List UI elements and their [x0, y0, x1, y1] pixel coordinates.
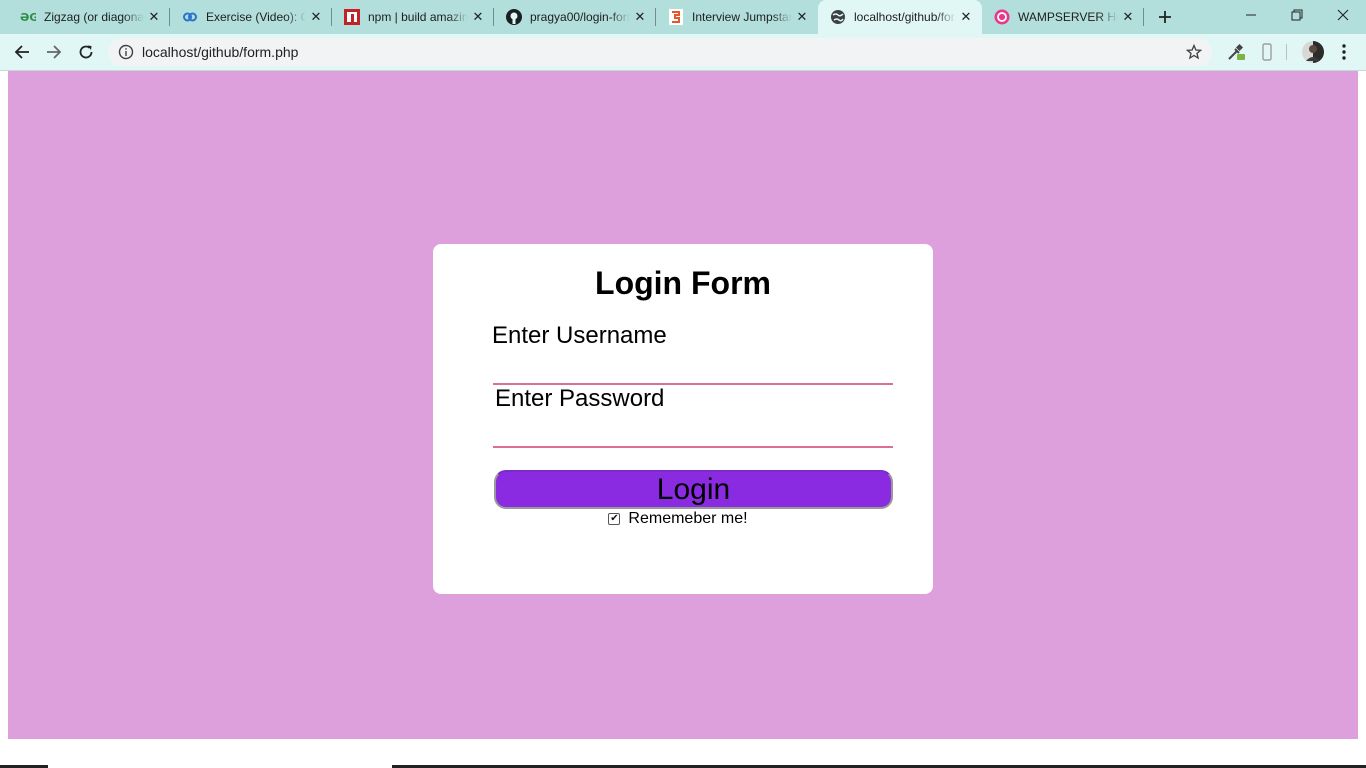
close-icon[interactable]: ✕	[792, 7, 812, 27]
arrow-right-icon	[47, 45, 62, 59]
tab-2[interactable]: npm | build amazing things ✕	[332, 0, 494, 34]
reload-icon	[79, 45, 93, 59]
tab-title: Zigzag (or diagonal) traversal	[44, 10, 144, 24]
username-label: Enter Username	[492, 322, 667, 349]
geeksforgeeks-icon: ƏG	[20, 9, 36, 25]
username-input[interactable]	[493, 355, 893, 385]
password-input[interactable]	[493, 418, 893, 448]
password-label: Enter Password	[495, 385, 665, 412]
tab-5-active[interactable]: localhost/github/form.php ✕	[818, 0, 982, 34]
remember-me-label[interactable]: Rememeber me!	[628, 510, 747, 528]
tab-4[interactable]: Interview Jumpstart ✕	[656, 0, 818, 34]
url-text[interactable]: localhost/github/form.php	[142, 44, 298, 60]
new-tab-button[interactable]	[1152, 4, 1178, 30]
form-title: Login Form	[595, 265, 771, 301]
tab-3[interactable]: pragya00/login-form ✕	[494, 0, 656, 34]
coursera-icon	[182, 9, 198, 25]
npm-icon	[344, 9, 360, 25]
minimize-button[interactable]	[1228, 0, 1274, 30]
login-button[interactable]: Login	[494, 470, 893, 509]
page-viewport: Login Form Enter Username Enter Password…	[0, 71, 1366, 768]
info-icon[interactable]	[118, 44, 134, 60]
extension-device-icon[interactable]	[1257, 42, 1277, 62]
forward-button[interactable]	[40, 38, 68, 66]
extension-eyedropper-icon[interactable]	[1226, 42, 1246, 62]
tab-separator	[1143, 8, 1144, 26]
arrow-left-icon	[14, 45, 29, 59]
close-icon	[1337, 9, 1349, 21]
bookmark-star-icon[interactable]	[1185, 43, 1203, 60]
tab-strip: ƏG Zigzag (or diagonal) traversal ✕ Exer…	[0, 0, 1366, 34]
restore-button[interactable]	[1274, 0, 1320, 30]
tab-1[interactable]: Exercise (Video): Getting Started ✕	[170, 0, 332, 34]
tab-title: Exercise (Video): Getting Started	[206, 10, 306, 24]
reload-button[interactable]	[72, 38, 100, 66]
close-window-button[interactable]	[1320, 0, 1366, 30]
tab-title: pragya00/login-form	[530, 10, 630, 24]
tab-title: npm | build amazing things	[368, 10, 468, 24]
tab-6[interactable]: WAMPSERVER Homepage ✕	[982, 0, 1144, 34]
close-icon[interactable]: ✕	[468, 7, 488, 27]
remember-me-row: ✔ Rememeber me!	[433, 510, 933, 528]
tab-0[interactable]: ƏG Zigzag (or diagonal) traversal ✕	[8, 0, 170, 34]
svg-text:ƏG: ƏG	[20, 11, 36, 24]
close-icon[interactable]: ✕	[956, 7, 976, 27]
tab-title: Interview Jumpstart	[692, 10, 792, 24]
tab-title: localhost/github/form.php	[854, 10, 956, 24]
remember-me-checkbox[interactable]: ✔	[608, 513, 621, 525]
address-bar[interactable]: localhost/github/form.php	[108, 38, 1212, 66]
back-button[interactable]	[8, 38, 36, 66]
interview-jumpstart-icon	[668, 9, 684, 25]
github-icon	[506, 9, 522, 25]
menu-kebab-icon[interactable]	[1334, 42, 1354, 62]
close-icon[interactable]: ✕	[630, 7, 650, 27]
toolbar-separator	[1286, 44, 1287, 60]
wampserver-icon	[994, 9, 1010, 25]
close-icon[interactable]: ✕	[144, 7, 164, 27]
close-icon[interactable]: ✕	[306, 7, 326, 27]
plus-icon	[1159, 11, 1171, 23]
login-form-card: Login Form Enter Username Enter Password…	[433, 244, 933, 594]
globe-icon	[830, 9, 846, 25]
restore-icon	[1291, 9, 1303, 21]
minimize-icon	[1246, 14, 1256, 16]
tab-title: WAMPSERVER Homepage	[1018, 10, 1118, 24]
browser-toolbar: localhost/github/form.php	[0, 34, 1366, 71]
avatar[interactable]	[1301, 40, 1325, 64]
close-icon[interactable]: ✕	[1118, 7, 1138, 27]
